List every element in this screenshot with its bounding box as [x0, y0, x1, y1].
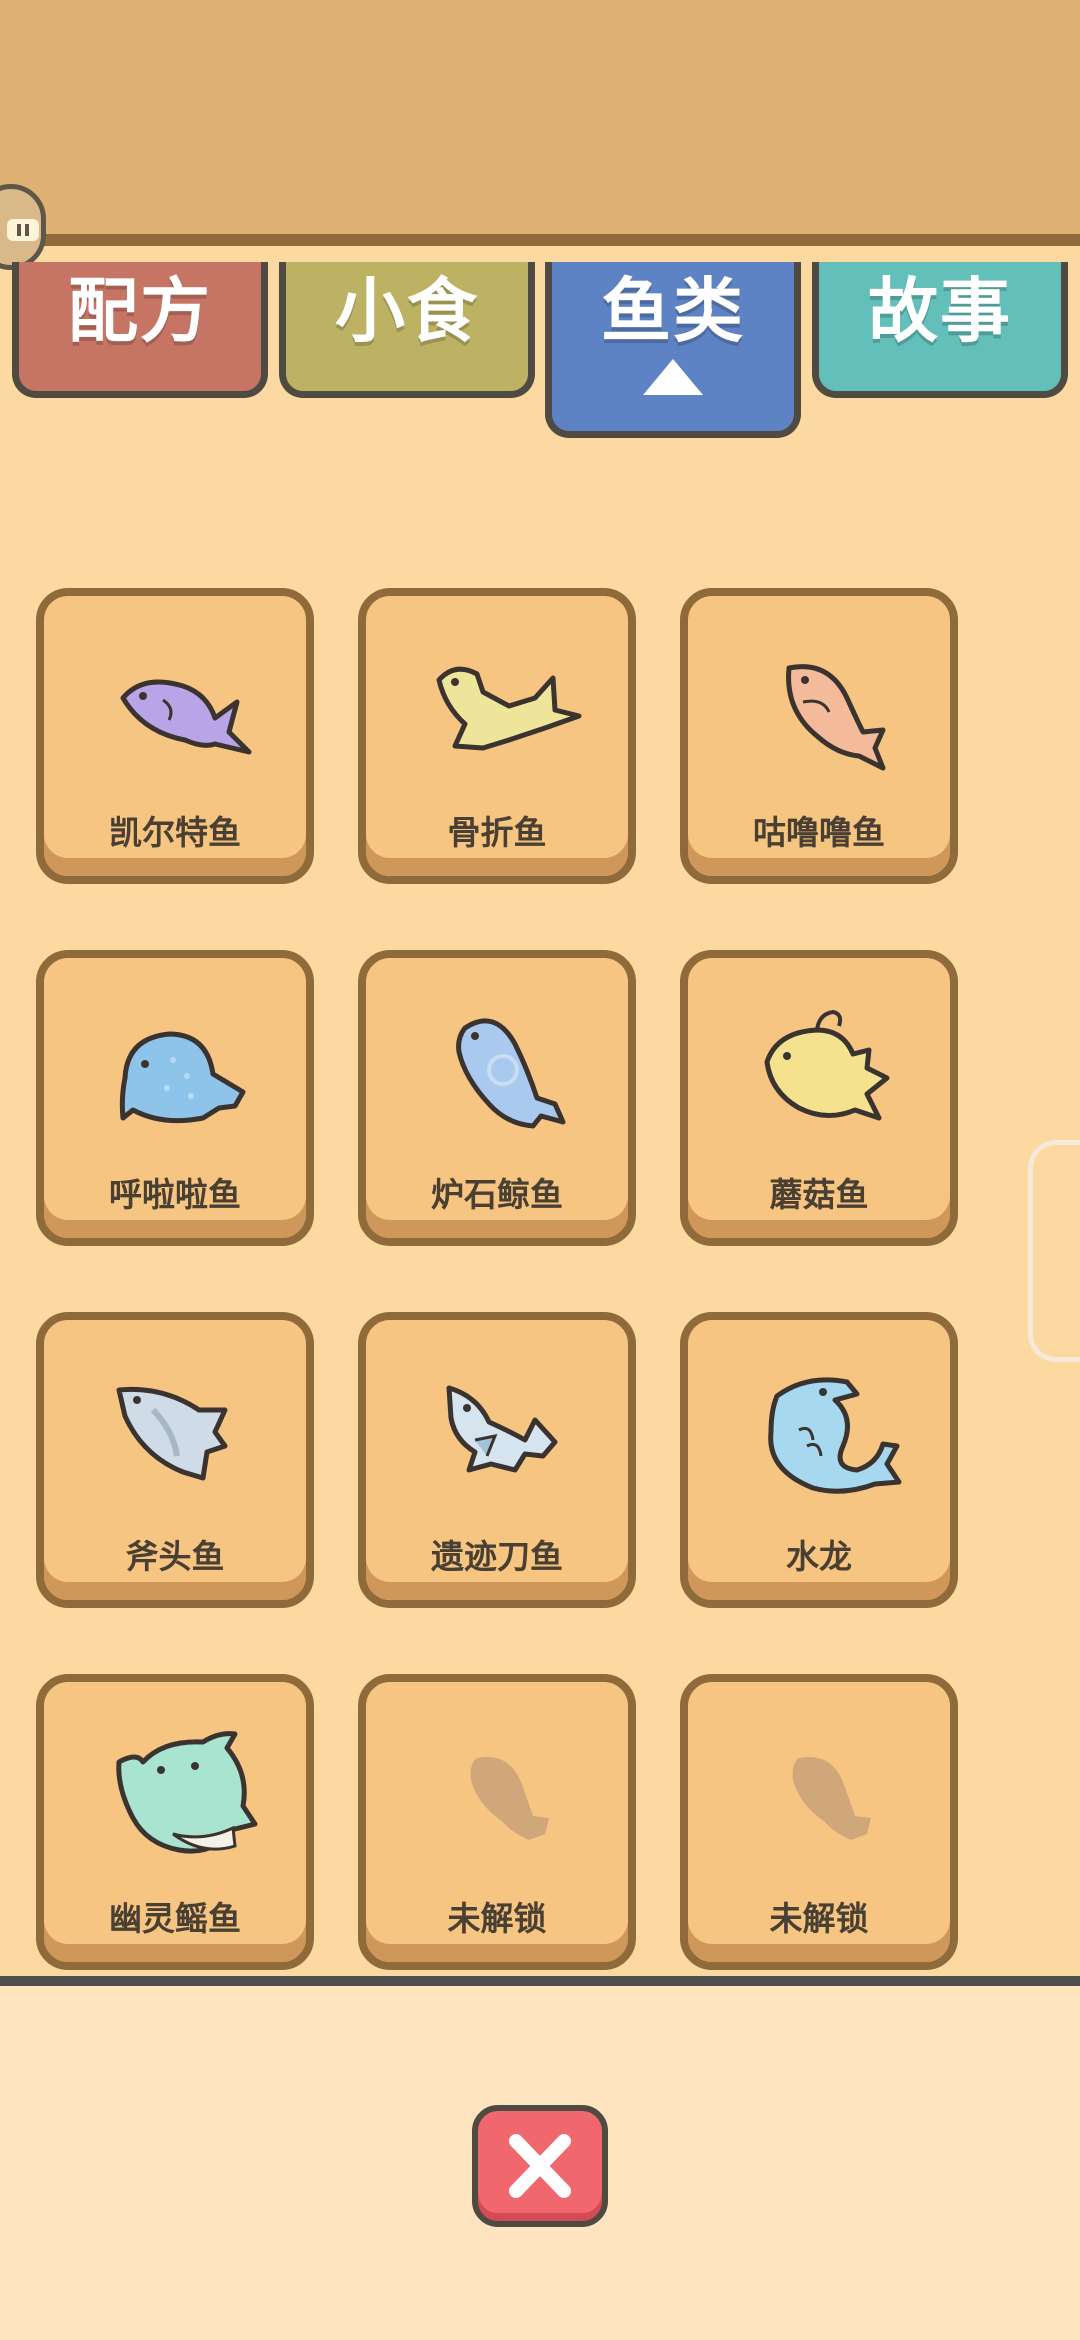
tab-label: 配方: [68, 270, 212, 352]
yellow-bent-fish-icon: [436, 666, 582, 751]
fish-card[interactable]: 炉石鲸鱼: [358, 950, 636, 1246]
relic-blade-fish-icon: [446, 1385, 558, 1473]
fish-card[interactable]: 斧头鱼: [36, 1312, 314, 1608]
fish-card[interactable]: 呼啦啦鱼: [36, 950, 314, 1246]
fish-name: 未解锁: [447, 1899, 547, 1938]
tab-snacks[interactable]: 小食: [279, 262, 535, 398]
fish-card[interactable]: 蘑菇鱼: [680, 950, 958, 1246]
locked-fish-card[interactable]: 未解锁: [358, 1674, 636, 1970]
purple-fish-icon: [120, 679, 252, 755]
tab-fish[interactable]: 鱼类: [545, 262, 801, 438]
fish-name: 炉石鲸鱼: [431, 1175, 563, 1214]
floating-button-icon: [7, 219, 39, 241]
blue-puffer-fish-icon: [119, 1031, 246, 1124]
fish-name: 骨折鱼: [447, 813, 547, 852]
side-scroll-handle[interactable]: [1028, 1140, 1080, 1362]
tab-stories[interactable]: 故事: [812, 262, 1068, 398]
fish-name: 蘑菇鱼: [769, 1175, 869, 1214]
tab-recipes[interactable]: 配方: [12, 262, 268, 398]
locked-fish-silhouette-icon: [792, 1757, 871, 1840]
fish-card[interactable]: 凯尔特鱼: [36, 588, 314, 884]
fish-name: 遗迹刀鱼: [431, 1537, 563, 1576]
tab-label: 故事: [868, 270, 1012, 352]
tab-label: 小食: [335, 270, 479, 352]
fish-name: 斧头鱼: [125, 1537, 225, 1576]
fish-name: 凯尔特鱼: [109, 813, 241, 852]
locked-fish-card[interactable]: 未解锁: [680, 1674, 958, 1970]
fish-name: 咕噜噜鱼: [753, 813, 885, 852]
close-button[interactable]: [472, 2105, 608, 2227]
fish-name: 未解锁: [769, 1899, 869, 1938]
fish-card[interactable]: 幽灵鳐鱼: [36, 1674, 314, 1970]
top-bar: [0, 0, 1080, 246]
tab-label: 鱼类: [601, 270, 745, 352]
peach-fish-icon: [786, 664, 886, 771]
fish-card[interactable]: 骨折鱼: [358, 588, 636, 884]
fish-card[interactable]: 遗迹刀鱼: [358, 1312, 636, 1608]
fish-name: 幽灵鳐鱼: [109, 1899, 241, 1938]
fish-card[interactable]: 水龙: [680, 1312, 958, 1608]
blue-whale-fish-icon: [456, 1018, 566, 1129]
bottom-divider: [0, 1976, 1080, 1986]
fish-name: 呼啦啦鱼: [109, 1175, 241, 1214]
yellow-mushroom-fish-icon: [764, 1009, 890, 1121]
locked-fish-silhouette-icon: [470, 1757, 549, 1840]
active-tab-indicator-icon: [643, 359, 703, 395]
fish-name: 水龙: [786, 1537, 852, 1576]
water-dragon-icon: [768, 1377, 902, 1494]
close-icon: [509, 2134, 571, 2198]
ghost-ray-fish-icon: [116, 1731, 258, 1854]
fish-card[interactable]: 咕噜噜鱼: [680, 588, 958, 884]
gray-axe-fish-icon: [116, 1386, 228, 1481]
